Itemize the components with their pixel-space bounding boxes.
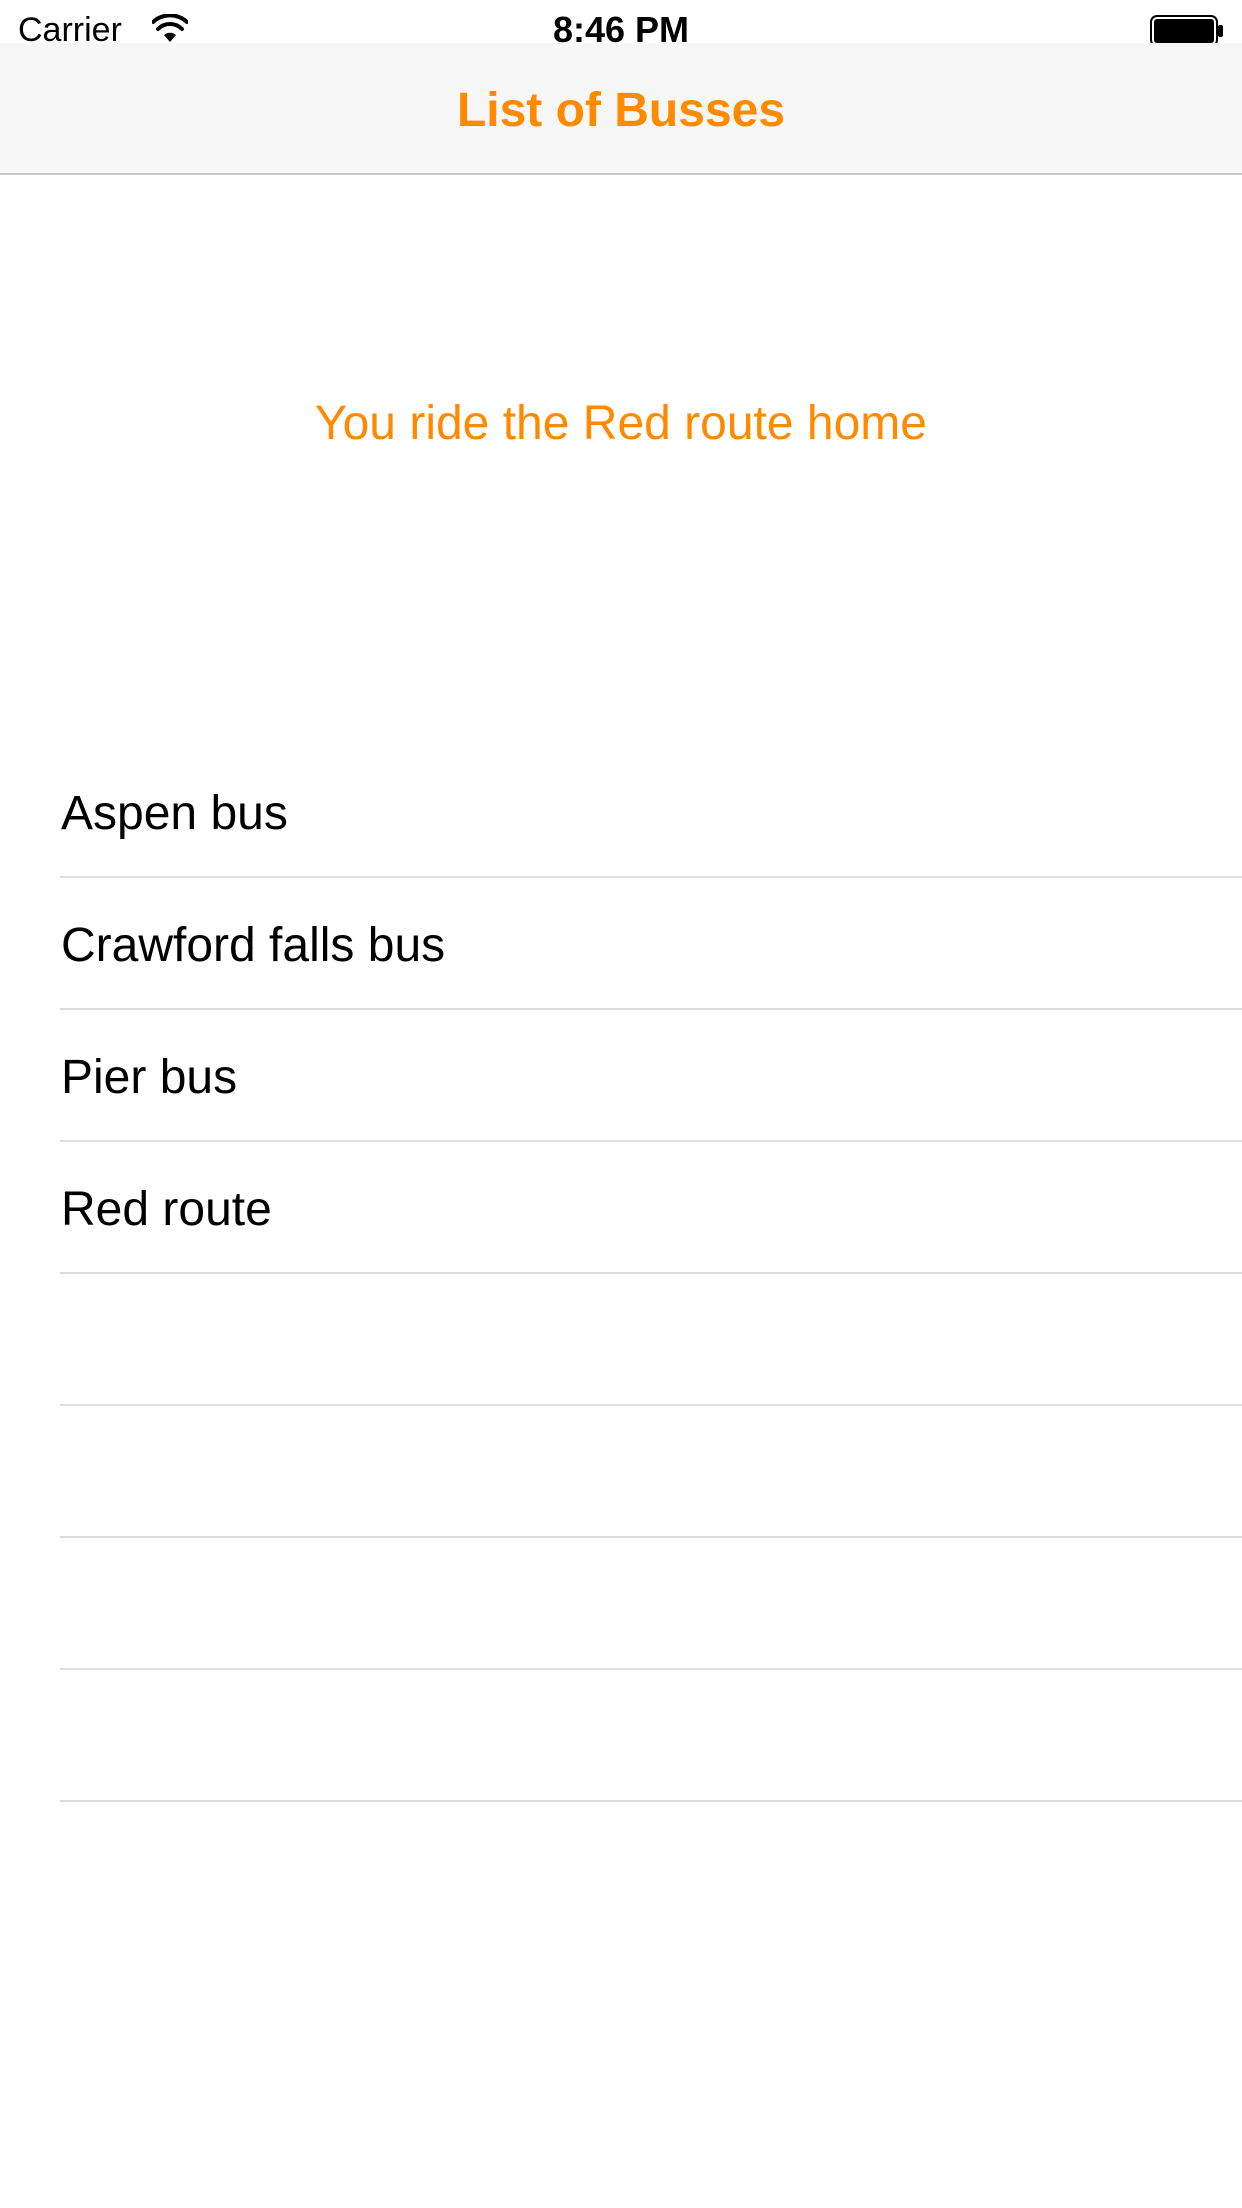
empty-list-item bbox=[0, 1670, 1242, 1802]
empty-list-item bbox=[0, 1538, 1242, 1670]
navigation-bar: List of Busses bbox=[0, 43, 1242, 175]
list-item[interactable]: Crawford falls bus bbox=[0, 878, 1242, 1010]
list-item-label: Pier bus bbox=[61, 1051, 238, 1104]
list-item-label: Red route bbox=[61, 1183, 272, 1236]
route-message: You ride the Red route home bbox=[315, 397, 927, 450]
list-item[interactable]: Aspen bus bbox=[0, 746, 1242, 878]
empty-list-item bbox=[0, 1406, 1242, 1538]
page-title: List of Busses bbox=[456, 84, 786, 137]
list-item[interactable]: Red route bbox=[0, 1142, 1242, 1274]
bus-list: Aspen bus Crawford falls bus Pier bus Red r… bbox=[0, 746, 1242, 1802]
list-item-label: Crawford falls bus bbox=[61, 919, 446, 972]
list-item-label: Aspen bus bbox=[61, 787, 288, 840]
list-item[interactable]: Pier bus bbox=[0, 1010, 1242, 1142]
row-separator bbox=[60, 1800, 1242, 1802]
empty-list-item bbox=[0, 1274, 1242, 1406]
